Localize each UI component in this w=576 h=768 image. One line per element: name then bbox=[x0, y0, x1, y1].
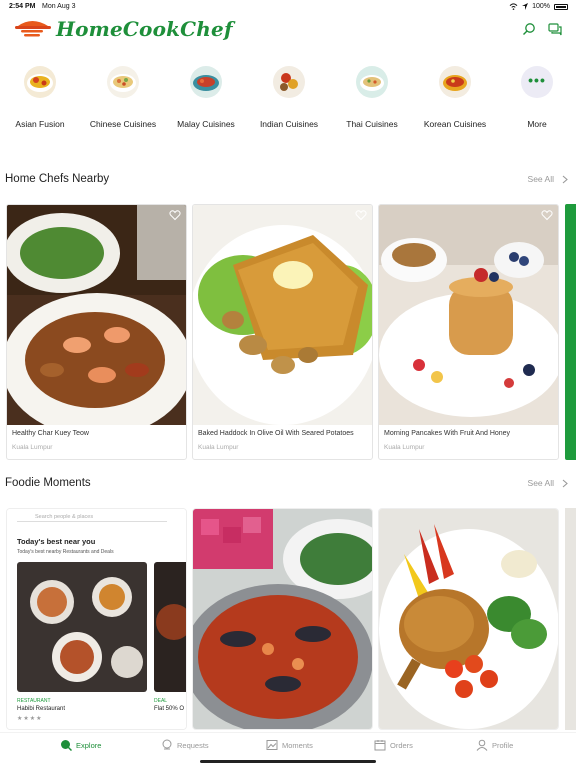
chef-card[interactable]: Baked Haddock In Olive Oil With Seared P… bbox=[192, 204, 373, 460]
cuisine-label: Korean Cuisines bbox=[423, 119, 487, 129]
dish-caption: Healthy Char Kuey Teow bbox=[12, 430, 89, 437]
wifi-icon bbox=[509, 3, 518, 10]
moment-card[interactable] bbox=[378, 508, 559, 730]
tab-label: Profile bbox=[492, 740, 514, 750]
next-moment-peek[interactable] bbox=[565, 508, 576, 730]
heart-icon[interactable] bbox=[355, 209, 367, 221]
cuisine-label: Asian Fusion bbox=[15, 119, 65, 129]
cuisine-label: Malay Cuisines bbox=[177, 119, 235, 129]
location-icon bbox=[522, 3, 529, 10]
phone-tag-deal: DEAL bbox=[154, 698, 168, 704]
see-all-label: See All bbox=[527, 174, 554, 184]
search-icon[interactable] bbox=[522, 22, 536, 36]
phone-heading: Today's best near you bbox=[17, 537, 96, 546]
cuisine-label: Chinese Cuisines bbox=[89, 119, 157, 129]
phone-subheading: Today's best nearby Restaurants and Deal… bbox=[17, 549, 114, 555]
section-title-chefs: Home Chefs Nearby bbox=[5, 173, 110, 185]
section-title-moments: Foodie Moments bbox=[5, 477, 91, 489]
cuisine-malay[interactable]: Malay Cuisines bbox=[166, 66, 246, 134]
app-name: HomeCookChef bbox=[56, 17, 233, 41]
status-date: Mon Aug 3 bbox=[42, 3, 76, 10]
tab-profile[interactable]: Profile bbox=[476, 739, 513, 751]
cuisine-label: Thai Cuisines bbox=[346, 119, 398, 129]
app-logo[interactable]: HomeCookChef bbox=[14, 17, 233, 41]
moment-photo bbox=[193, 509, 372, 729]
home-indicator bbox=[200, 760, 376, 763]
status-bar: 2:54 PM Mon Aug 3 100% bbox=[0, 0, 576, 14]
more-icon: ••• bbox=[521, 66, 553, 98]
thai-cuisine-icon bbox=[356, 66, 388, 98]
cuisine-label: More bbox=[527, 119, 547, 129]
next-card-peek[interactable] bbox=[565, 204, 576, 460]
see-all-chefs[interactable]: See All bbox=[528, 174, 568, 184]
cuisine-thai[interactable]: Thai Cuisines bbox=[332, 66, 412, 134]
tab-label: Requests bbox=[177, 740, 209, 750]
cuisine-indian[interactable]: Indian Cuisines bbox=[249, 66, 329, 134]
orders-icon bbox=[374, 740, 386, 751]
tab-explore[interactable]: Explore bbox=[60, 739, 101, 751]
phone-search: Search people & places bbox=[17, 512, 167, 522]
battery-percent: 100% bbox=[532, 3, 550, 10]
see-all-label: See All bbox=[527, 478, 554, 488]
status-right: 100% bbox=[509, 3, 568, 10]
dish-location: Kuala Lumpur bbox=[384, 444, 425, 451]
status-time: 2:54 PM bbox=[9, 3, 36, 10]
phone-deal-image bbox=[154, 562, 186, 692]
tab-label: Orders bbox=[390, 740, 413, 750]
moment-card[interactable] bbox=[192, 508, 373, 730]
explore-icon bbox=[61, 740, 72, 751]
chinese-cuisine-icon bbox=[107, 66, 139, 98]
heart-icon[interactable] bbox=[169, 209, 181, 221]
dish-caption: Baked Haddock In Olive Oil With Seared P… bbox=[198, 430, 354, 437]
chef-card[interactable]: Healthy Char Kuey Teow Kuala Lumpur bbox=[6, 204, 187, 460]
app-screenshot: Search people & places Today's best near… bbox=[7, 509, 186, 729]
moments-icon bbox=[266, 740, 278, 750]
chef-card[interactable]: Morning Pancakes With Fruit And Honey Ku… bbox=[378, 204, 559, 460]
cuisine-label: Indian Cuisines bbox=[259, 119, 319, 129]
dish-photo bbox=[193, 205, 372, 425]
tab-requests[interactable]: Requests bbox=[161, 739, 209, 751]
malay-cuisine-icon bbox=[190, 66, 222, 98]
phone-tag-restaurant: RESTAURANT bbox=[17, 698, 51, 704]
tab-moments[interactable]: Moments bbox=[266, 739, 313, 751]
pan-logo-icon bbox=[15, 21, 51, 37]
korean-cuisine-icon bbox=[439, 66, 471, 98]
profile-icon bbox=[476, 739, 488, 751]
cuisine-korean[interactable]: Korean Cuisines bbox=[415, 66, 495, 134]
cuisine-categories: Asian Fusion Chinese Cuisines Malay Cuis… bbox=[0, 66, 576, 146]
cuisine-asian-fusion[interactable]: Asian Fusion bbox=[0, 66, 80, 134]
phone-rating-stars: ★★★★ bbox=[17, 716, 43, 722]
tab-label: Moments bbox=[282, 740, 313, 750]
asian-fusion-icon bbox=[24, 66, 56, 98]
chevron-right-icon bbox=[562, 479, 568, 487]
phone-deal-name: Flat 50% O bbox=[154, 706, 185, 712]
tab-orders[interactable]: Orders bbox=[374, 739, 413, 751]
dish-location: Kuala Lumpur bbox=[12, 444, 53, 451]
cuisine-chinese[interactable]: Chinese Cuisines bbox=[83, 66, 163, 134]
dish-caption: Morning Pancakes With Fruit And Honey bbox=[384, 430, 511, 437]
heart-icon[interactable] bbox=[541, 209, 553, 221]
battery-icon bbox=[554, 3, 568, 10]
cuisine-more[interactable]: ••• More bbox=[497, 66, 576, 134]
dish-photo bbox=[379, 205, 558, 425]
indian-cuisine-icon bbox=[273, 66, 305, 98]
chat-icon[interactable] bbox=[548, 22, 562, 36]
chevron-right-icon bbox=[562, 175, 568, 183]
phone-restaurant-name: Habibi Restaurant bbox=[17, 706, 66, 712]
see-all-moments[interactable]: See All bbox=[528, 478, 568, 488]
requests-icon bbox=[162, 739, 172, 750]
moment-photo bbox=[379, 509, 558, 729]
dish-location: Kuala Lumpur bbox=[198, 444, 239, 451]
phone-food-image bbox=[17, 562, 147, 692]
dish-photo bbox=[7, 205, 186, 425]
app-header: HomeCookChef bbox=[0, 14, 576, 48]
moment-card[interactable]: Search people & places Today's best near… bbox=[6, 508, 187, 730]
tab-label: Explore bbox=[76, 740, 102, 750]
header-actions bbox=[522, 22, 562, 36]
